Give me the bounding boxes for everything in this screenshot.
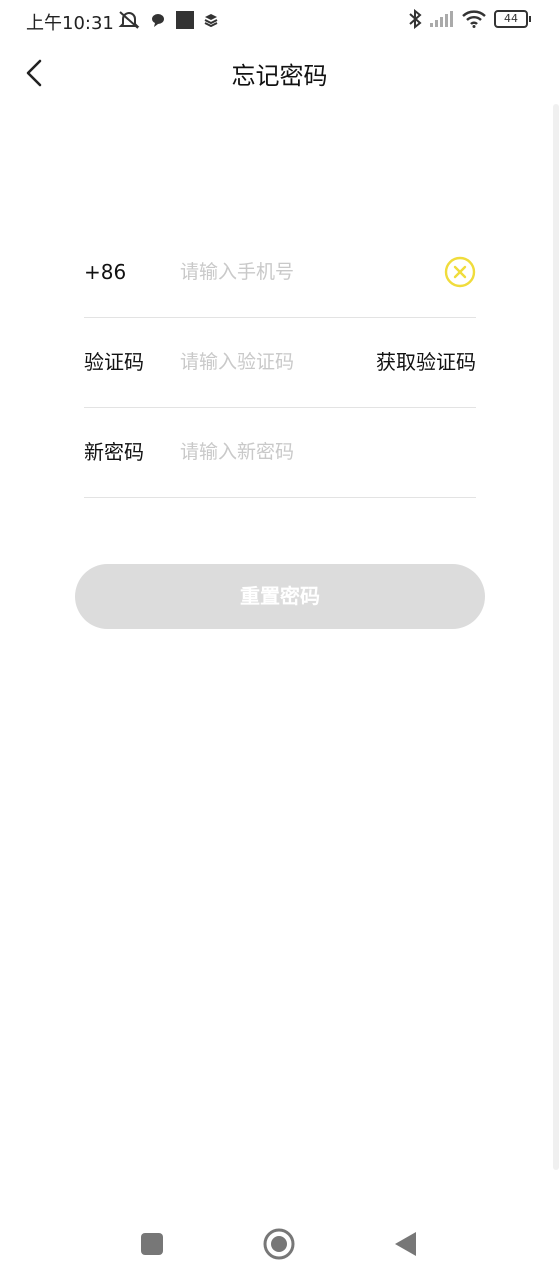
home-icon[interactable] bbox=[262, 1227, 296, 1261]
new-password-label: 新密码 bbox=[84, 440, 144, 464]
status-icons-left bbox=[118, 10, 218, 30]
status-time: 上午10:31 bbox=[26, 13, 114, 34]
code-label: 验证码 bbox=[84, 350, 144, 374]
status-bar: 上午10:31 44 bbox=[0, 0, 559, 42]
new-password-row: 新密码 bbox=[84, 407, 476, 498]
reset-password-button[interactable]: 重置密码 bbox=[75, 564, 485, 629]
wifi-icon bbox=[462, 10, 486, 28]
status-icons-right: 44 bbox=[408, 9, 531, 29]
new-password-input[interactable] bbox=[180, 437, 360, 467]
battery-tip bbox=[529, 16, 531, 22]
back-nav-icon[interactable] bbox=[389, 1227, 423, 1261]
battery-icon: 44 bbox=[494, 10, 531, 28]
signal-icon bbox=[430, 11, 453, 27]
phone-input[interactable] bbox=[180, 257, 360, 287]
square-notification-icon bbox=[176, 11, 194, 29]
battery-level: 44 bbox=[494, 10, 528, 28]
page-title: 忘记密码 bbox=[231, 62, 328, 90]
scrollbar[interactable] bbox=[553, 104, 559, 1170]
phone-row: +86 bbox=[84, 227, 476, 318]
header: 忘记密码 bbox=[0, 48, 559, 98]
clear-icon[interactable] bbox=[444, 256, 476, 288]
code-input[interactable] bbox=[180, 347, 360, 377]
get-code-button[interactable]: 获取验证码 bbox=[376, 317, 476, 407]
chat-bubble-icon bbox=[152, 14, 164, 27]
navigation-bar bbox=[0, 1215, 559, 1275]
silent-bell-icon bbox=[118, 11, 140, 29]
code-row: 验证码 获取验证码 bbox=[84, 317, 476, 408]
bluetooth-icon bbox=[409, 9, 422, 29]
layers-icon bbox=[204, 14, 218, 27]
recent-apps-icon[interactable] bbox=[135, 1227, 169, 1261]
country-code-label[interactable]: +86 bbox=[84, 227, 126, 317]
